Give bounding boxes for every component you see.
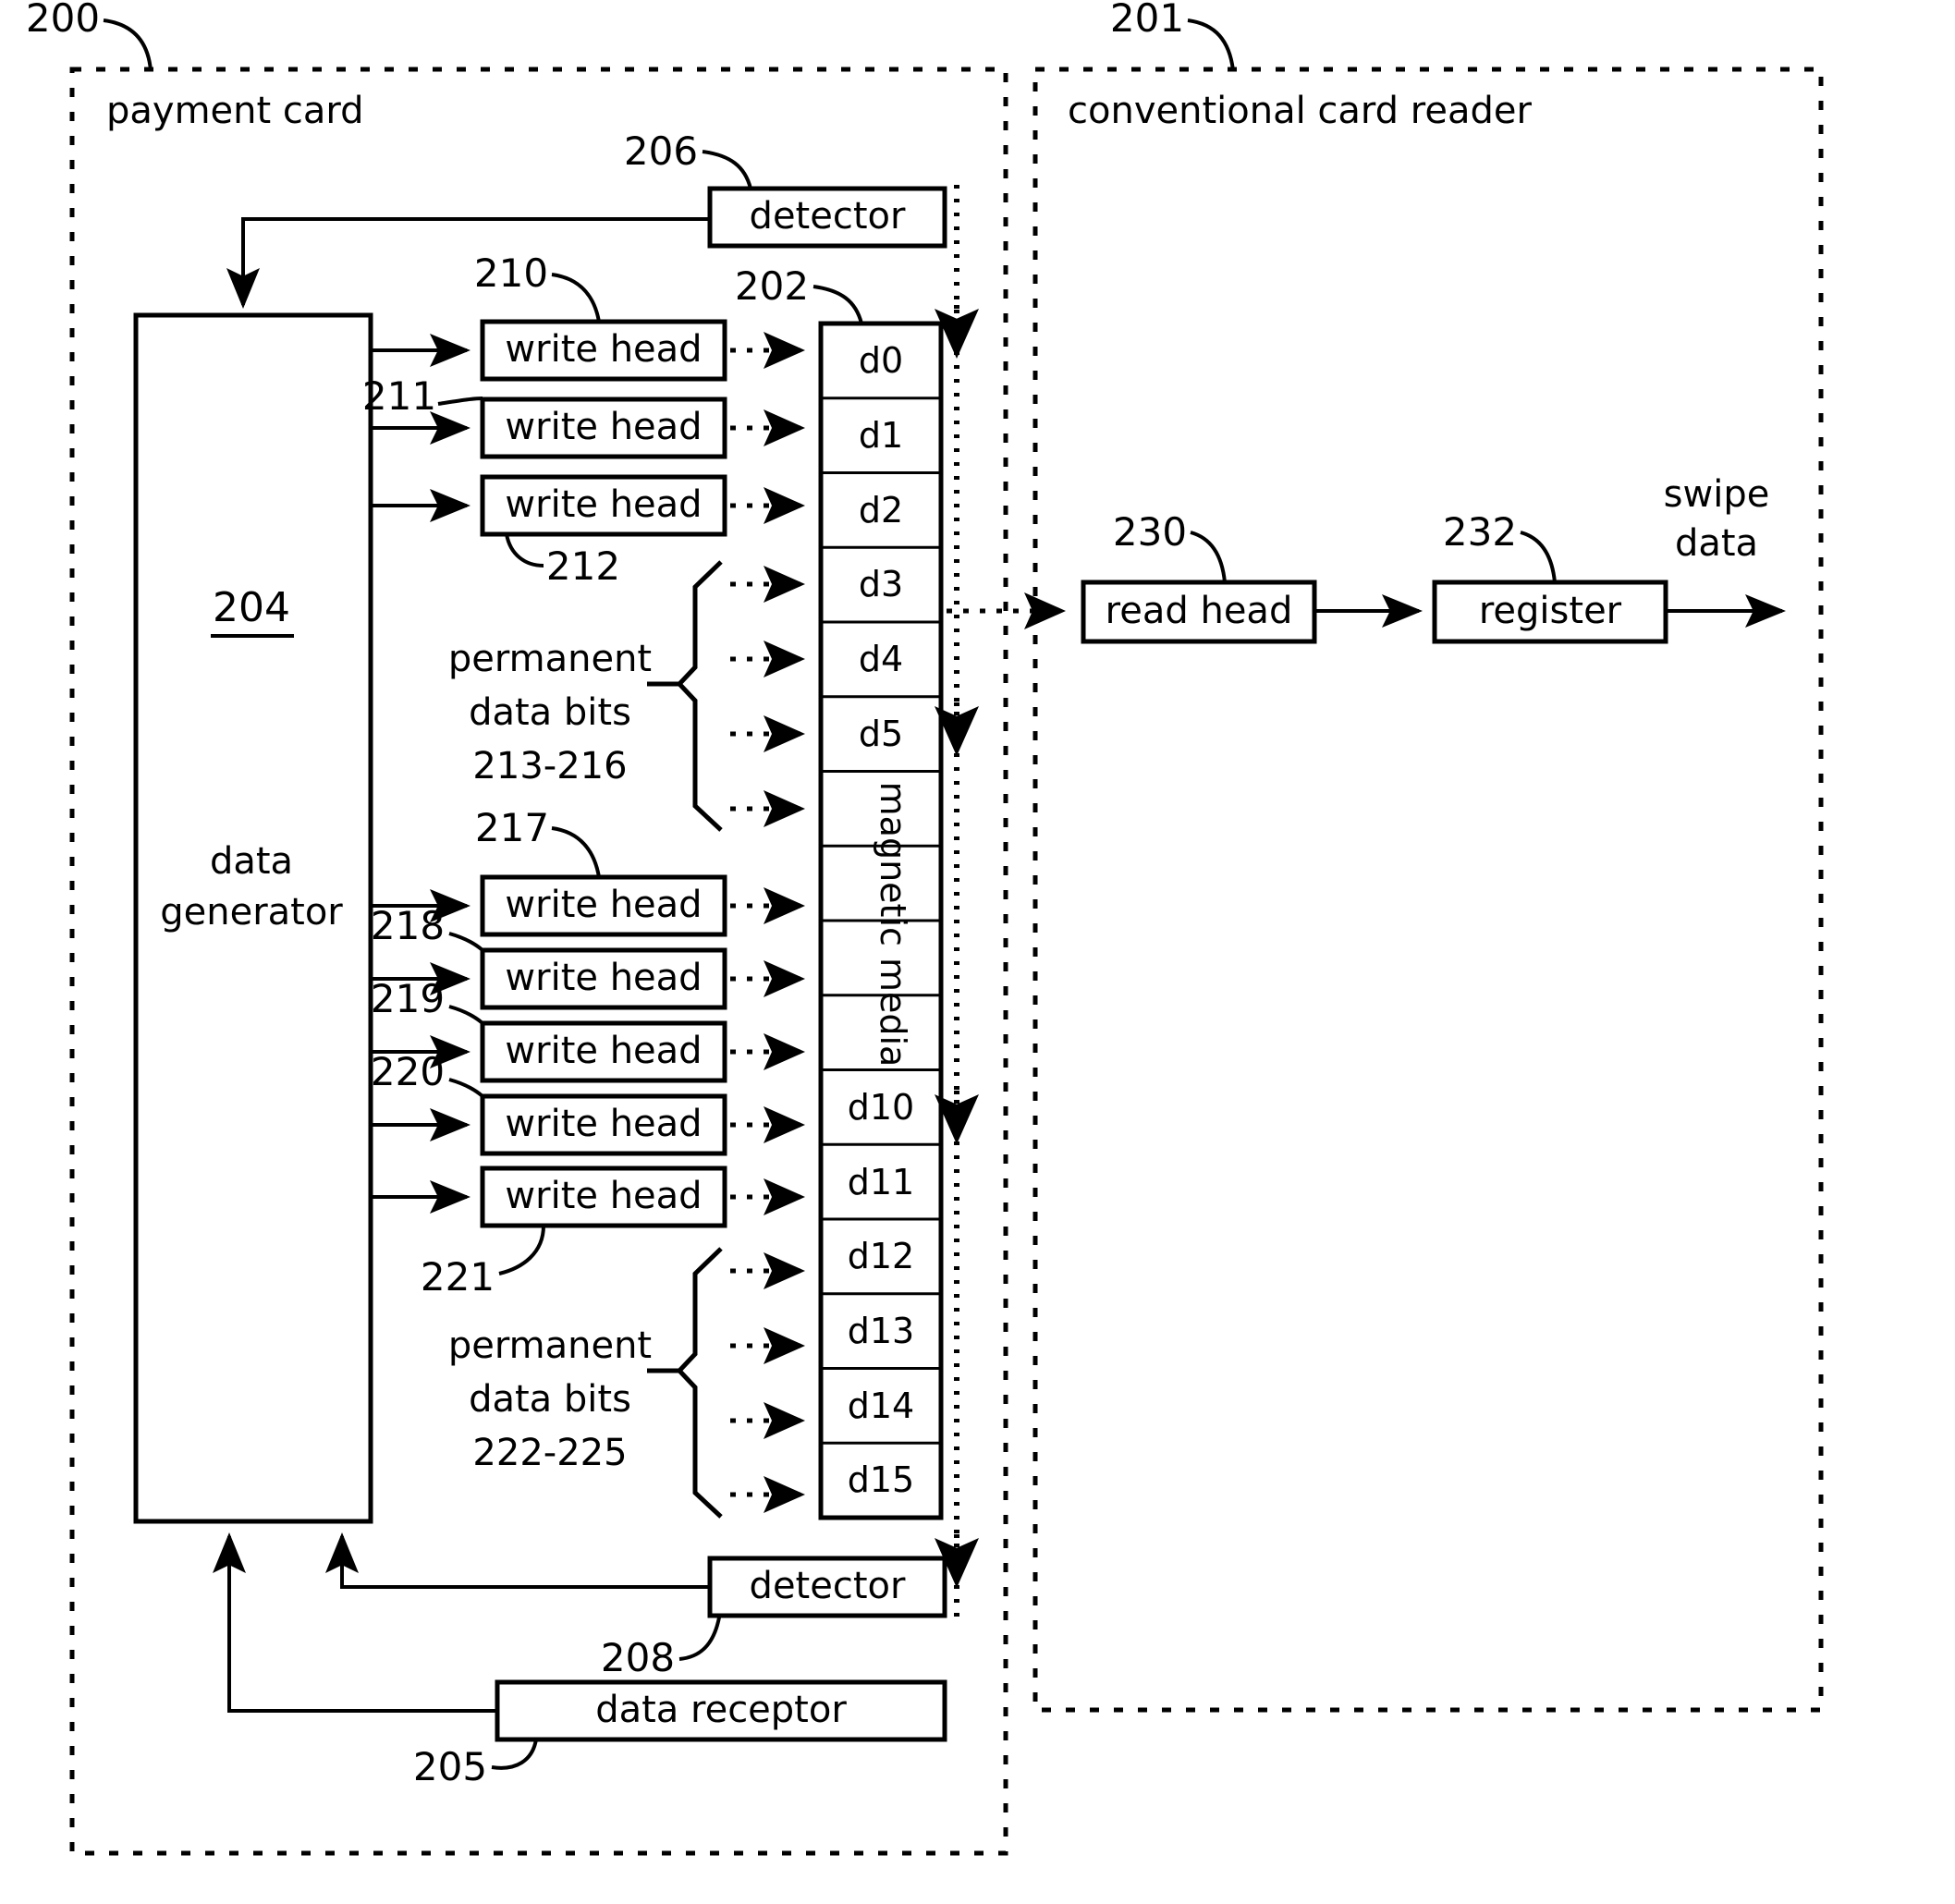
write-head-label-210: write head — [505, 328, 702, 371]
ref-220: 220 — [371, 1049, 445, 1094]
detector-bottom-label: detector — [750, 1565, 906, 1607]
data-generator-label-line1: data — [210, 840, 293, 883]
data-receptor-label: data receptor — [595, 1689, 847, 1731]
permanent-bits-upper-line1: permanent — [448, 638, 652, 680]
media-cell-d14: d14 — [848, 1385, 914, 1426]
payment-card-label: payment card — [106, 90, 364, 132]
permanent-bits-lower-line2: data bits — [469, 1378, 631, 1421]
media-cell-d1: d1 — [859, 415, 903, 456]
media-cell-d5: d5 — [859, 714, 903, 754]
permanent-bits-lower-line1: permanent — [448, 1324, 652, 1367]
media-cell-d15: d15 — [848, 1459, 914, 1500]
write-head-label-211: write head — [505, 406, 702, 448]
ref-202: 202 — [735, 263, 809, 309]
read-head-label: read head — [1106, 590, 1293, 632]
media-cell-d13: d13 — [848, 1311, 914, 1351]
ref-201: 201 — [1110, 0, 1184, 41]
media-cell-d0: d0 — [859, 340, 903, 381]
permanent-bits-lower-line3: 222-225 — [472, 1432, 627, 1474]
media-cell-d3: d3 — [859, 564, 903, 604]
write-head-label-217: write head — [505, 884, 702, 926]
write-head-label-212: write head — [505, 483, 702, 526]
write-head-label-219: write head — [505, 1030, 702, 1072]
ref-219: 219 — [371, 976, 445, 1021]
patent-figure: 200 payment card 201 conventional card r… — [0, 0, 1955, 1904]
permanent-bits-upper-line2: data bits — [469, 691, 631, 734]
ref-217: 217 — [475, 805, 549, 850]
media-cell-d11: d11 — [848, 1162, 914, 1202]
card-reader-label: conventional card reader — [1068, 90, 1532, 132]
ref-205: 205 — [413, 1744, 487, 1789]
ref-221: 221 — [421, 1254, 495, 1300]
ref-218: 218 — [371, 903, 445, 948]
ref-208: 208 — [601, 1635, 675, 1680]
detector-top-label: detector — [750, 195, 906, 238]
ref-200: 200 — [26, 0, 100, 41]
swipe-data-label-line1: swipe — [1664, 473, 1770, 516]
ref-230: 230 — [1113, 509, 1187, 555]
data-generator-label-line2: generator — [160, 891, 343, 934]
register-label: register — [1479, 590, 1622, 632]
ref-210: 210 — [474, 250, 548, 296]
media-cell-d12: d12 — [848, 1236, 914, 1276]
ref-212: 212 — [546, 543, 620, 589]
permanent-bits-upper-line3: 213-216 — [472, 745, 627, 787]
swipe-data-label-line2: data — [1675, 522, 1758, 565]
ref-204: 204 — [213, 584, 290, 631]
write-head-label-220: write head — [505, 1103, 702, 1145]
magnetic-media-label: magnetic media — [873, 782, 913, 1068]
ref-206: 206 — [624, 128, 698, 174]
media-cell-d4: d4 — [859, 639, 903, 679]
write-head-label-218: write head — [505, 957, 702, 999]
media-cell-d10: d10 — [848, 1087, 914, 1128]
ref-232: 232 — [1443, 509, 1517, 555]
ref-211: 211 — [362, 373, 436, 419]
media-cell-d2: d2 — [859, 490, 903, 531]
write-head-label-221: write head — [505, 1175, 702, 1217]
